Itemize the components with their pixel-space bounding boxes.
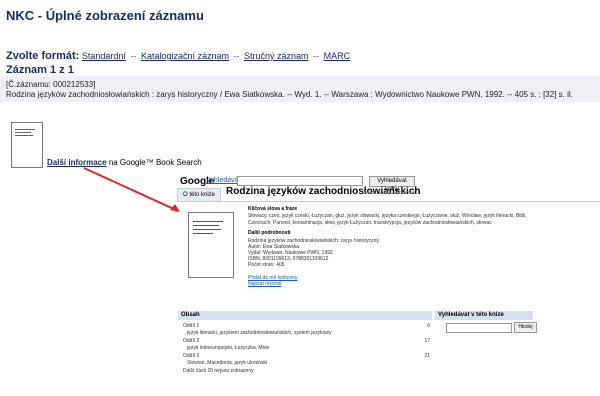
toc-item-desc: język indoeuropejski, Łużyczka, Mnie: [187, 345, 270, 351]
toc-item[interactable]: Oddíl 3: [183, 353, 199, 359]
toc-item-desc: język literacki, językiem zachodniosłowi…: [187, 330, 332, 336]
book-author: Autor: Ewa Siatkowska: [364, 190, 416, 196]
toc-heading: Obsah: [181, 312, 200, 318]
book-cover-thumbnail[interactable]: [11, 122, 43, 168]
book-cover: [188, 212, 234, 278]
format-standard-link[interactable]: Standardní: [82, 51, 126, 61]
keywords-line: Słowacy, czes, język czeski, Łużyczan, g…: [248, 213, 527, 219]
keywords-heading: Klíčová slova a fráze: [248, 206, 298, 212]
toc-more: Další části 20 nejsou zobrazeny: [183, 368, 254, 374]
toc-item[interactable]: Oddíl 1: [183, 323, 199, 329]
details-heading: Další podrobnosti: [248, 230, 291, 236]
record-citation: Rodzina języków zachodniosłowiańskich : …: [6, 90, 573, 99]
search-in-book-heading: Vyhledávat v této knize: [438, 312, 504, 318]
toc-page: 6: [427, 323, 430, 329]
page-title: NKC - Úplné zobrazení záznamu: [6, 8, 204, 23]
format-separator: --: [233, 51, 240, 61]
toc-page: 17: [424, 338, 430, 344]
tab-about-book[interactable]: O této knize: [177, 188, 221, 202]
write-review-link[interactable]: Napsat recenzi: [248, 281, 281, 287]
keywords-line: Czechach, Panonii, kontaminacja, słow, j…: [248, 220, 492, 226]
toc-item[interactable]: Oddíl 2: [183, 338, 199, 344]
book-search-input[interactable]: [237, 176, 363, 186]
toc-page: 21: [424, 353, 430, 359]
format-catalog-link[interactable]: Katalogizační záznam: [141, 51, 229, 61]
toc-header-band: [178, 311, 432, 320]
format-selector: Zvolte formát: Standardní -- Katalogizač…: [6, 50, 350, 62]
toc-item-desc: Słowian, Macedonia, język ukraiński: [187, 360, 268, 366]
record-id: [Č.záznamu: 000212533]: [6, 80, 96, 89]
record-count: Záznam 1 z 1: [6, 64, 74, 76]
format-label: Zvolte formát:: [6, 50, 80, 62]
format-separator: --: [313, 51, 320, 61]
format-marc-link[interactable]: MARC: [324, 51, 351, 61]
divider: [177, 201, 600, 202]
detail-pages: Počet stran: 405: [248, 262, 285, 268]
format-separator: --: [130, 51, 137, 61]
format-short-link[interactable]: Stručný záznam: [244, 51, 309, 61]
search-in-book-button[interactable]: Hledej: [514, 322, 537, 333]
search-in-book-input[interactable]: [446, 323, 512, 333]
red-arrow: [83, 167, 180, 212]
